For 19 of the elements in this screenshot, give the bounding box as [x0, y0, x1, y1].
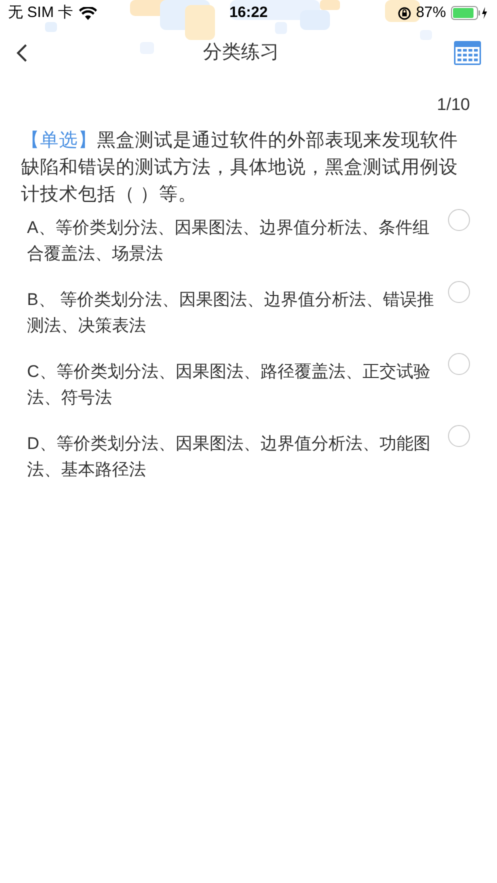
wifi-icon [79, 6, 98, 20]
question-counter: 1/10 [436, 94, 470, 116]
answer-option[interactable]: D、等价类划分法、因果图法、边界值分析法、功能图法、基本路径法 [27, 430, 435, 482]
battery-percent: 87% [416, 2, 446, 23]
carrier-label: 无 SIM 卡 [8, 2, 74, 23]
battery-charging-icon [451, 6, 489, 20]
answer-option[interactable]: C、等价类划分法、因果图法、路径覆盖法、正交试验法、符号法 [27, 358, 435, 410]
radio-button[interactable] [448, 424, 470, 446]
question-text: 【单选】黑盒测试是通过软件的外部表现来发现软件缺陷和错误的测试方法，具体地说，黑盒测试用例设计技术包括（ ）等。 [21, 128, 459, 206]
radio-button[interactable] [448, 352, 470, 374]
radio-button[interactable] [448, 280, 470, 302]
calendar-grid-icon[interactable] [454, 41, 481, 65]
answer-option[interactable]: A、等价类划分法、因果图法、边界值分析法、条件组合覆盖法、场景法 [27, 214, 435, 266]
page-title: 分类练习 [203, 40, 279, 65]
answer-option[interactable]: B、 等价类划分法、因果图法、边界值分析法、错误推测法、决策表法 [27, 286, 435, 338]
rotation-lock-icon [398, 6, 411, 20]
clock-time: 16:22 [229, 2, 268, 23]
back-icon[interactable] [16, 43, 28, 63]
radio-button[interactable] [448, 208, 470, 230]
